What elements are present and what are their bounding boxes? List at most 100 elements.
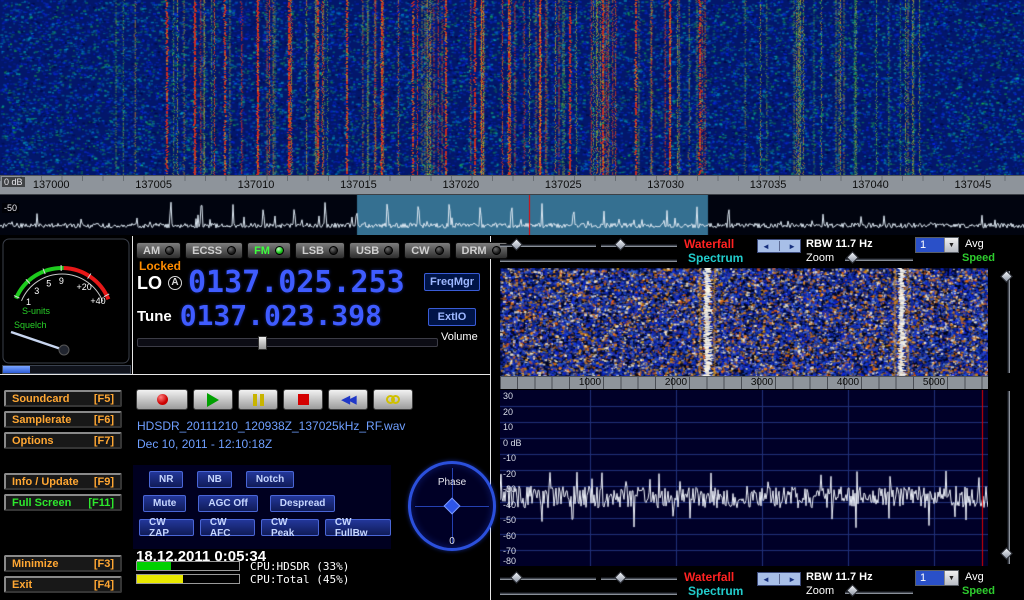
s-meter-tick-label: +40: [90, 296, 105, 306]
rewind-button[interactable]: ◀◀: [328, 389, 368, 410]
stop-button[interactable]: [283, 389, 323, 410]
volume-slider-thumb[interactable]: [258, 336, 267, 350]
s-meter-pivot: [59, 345, 69, 355]
lo-frequency-display[interactable]: 0137.025.253: [188, 269, 405, 297]
info-update-button[interactable]: Info / Update [F9]: [4, 473, 122, 490]
arrow-right-icon[interactable]: ►: [788, 575, 796, 584]
lo-row: LO A 0137.025.253: [137, 269, 405, 297]
exit-button[interactable]: Exit [F4]: [4, 576, 122, 593]
samplerate-button[interactable]: Samplerate [F6]: [4, 411, 122, 428]
mode-button-lsb[interactable]: LSB: [295, 242, 345, 259]
divider-vertical-meter: [132, 236, 133, 375]
arrow-left-icon[interactable]: ◄: [762, 575, 770, 584]
minimize-button[interactable]: Minimize [F3]: [4, 555, 122, 572]
play-button[interactable]: [193, 389, 233, 410]
record-icon: [157, 394, 168, 405]
main-waterfall-display[interactable]: [0, 0, 1024, 175]
db-axis-label: -20: [503, 469, 516, 479]
spectrum-tab[interactable]: Spectrum: [688, 584, 743, 598]
agc-off-button[interactable]: AGC Off: [198, 495, 257, 512]
mode-button-am[interactable]: AM: [136, 242, 181, 259]
waterfall-brightness-slider-thumb[interactable]: [510, 238, 523, 251]
soundcard-button[interactable]: Soundcard [F5]: [4, 390, 122, 407]
cpu-hdsdr-label: CPU:HDSDR (33%): [250, 560, 349, 573]
zoom-slider-thumb[interactable]: [846, 584, 859, 597]
db-axis-label: 0 dB: [503, 438, 522, 448]
arrow-right-icon[interactable]: ►: [788, 242, 796, 251]
db-axis-label: 30: [503, 391, 513, 401]
mode-label: AM: [143, 245, 160, 257]
zoom-spectrum-display[interactable]: [500, 390, 988, 566]
stop-icon: [298, 394, 309, 405]
main-spectrum-display[interactable]: [0, 195, 1024, 235]
avg-select-value: 1: [916, 571, 944, 585]
tune-frequency-display[interactable]: 0137.023.398: [180, 303, 382, 329]
mode-led: [227, 246, 236, 255]
nr-button[interactable]: NR: [149, 471, 183, 488]
waterfall-tab[interactable]: Waterfall: [684, 237, 734, 251]
shift-control[interactable]: ◄ ►: [757, 239, 801, 253]
zoom-frequency-scale[interactable]: 1000 2000 3000 4000 5000: [500, 376, 988, 389]
waterfall-v-slider-thumb[interactable]: [1000, 270, 1013, 283]
squelch-slider[interactable]: [2, 365, 131, 374]
zoom-label: Zoom: [806, 585, 834, 597]
zoom-slider-thumb[interactable]: [846, 251, 859, 264]
frequency-scale-ticks: [0, 176, 1024, 181]
waterfall-v-slider[interactable]: [1007, 271, 1010, 373]
avg-select[interactable]: 1 ▼: [915, 237, 959, 253]
freqmgr-button[interactable]: FreqMgr: [424, 273, 480, 291]
mode-button-ecss[interactable]: ECSS: [185, 242, 243, 259]
extio-button[interactable]: ExtIO: [428, 308, 476, 326]
cw-afc-button[interactable]: CW AFC: [200, 519, 255, 536]
squelch-label: Squelch: [14, 320, 47, 330]
mode-button-fm[interactable]: FM: [247, 242, 291, 259]
waterfall-tab[interactable]: Waterfall: [684, 570, 734, 584]
recording-timestamp: Dec 10, 2011 - 12:10:18Z: [137, 437, 272, 451]
waterfall-contrast-slider-thumb[interactable]: [614, 238, 627, 251]
db-axis-label: -50: [503, 515, 516, 525]
main-spectrum-panel: [0, 195, 1024, 235]
record-button[interactable]: [136, 389, 188, 410]
nb-button[interactable]: NB: [197, 471, 231, 488]
spectrum-range-slider[interactable]: [500, 259, 677, 262]
volume-slider[interactable]: [137, 338, 438, 347]
pause-button[interactable]: [238, 389, 278, 410]
zoom-waterfall-display[interactable]: [500, 268, 988, 376]
cw-peak-button[interactable]: CW Peak: [261, 519, 319, 536]
mode-button-cw[interactable]: CW: [404, 242, 450, 259]
chevron-down-icon[interactable]: ▼: [944, 571, 958, 585]
notch-button[interactable]: Notch: [246, 471, 294, 488]
cw-fullbw-button[interactable]: CW FullBw: [325, 519, 391, 536]
phase-indicator[interactable]: Phase 0: [408, 461, 496, 551]
loop-button[interactable]: [373, 389, 413, 410]
button-hotkey: [F4]: [94, 579, 114, 591]
zoom-scale-label: 5000: [923, 377, 945, 388]
waterfall-contrast-slider[interactable]: [601, 244, 677, 247]
options-button[interactable]: Options [F7]: [4, 432, 122, 449]
spectrum-v-slider-thumb[interactable]: [1000, 547, 1013, 560]
shift-control[interactable]: ◄ ►: [757, 572, 801, 586]
volume-label: Volume: [441, 331, 478, 343]
mute-button[interactable]: Mute: [143, 495, 186, 512]
spectrum-v-slider[interactable]: [1007, 391, 1010, 564]
avg-select[interactable]: 1 ▼: [915, 570, 959, 586]
button-hotkey: [F3]: [94, 558, 114, 570]
zoom-scale-label: 4000: [837, 377, 859, 388]
spectrum-range-slider[interactable]: [500, 592, 677, 595]
db-axis-label: -40: [503, 500, 516, 510]
waterfall-contrast-slider-thumb[interactable]: [614, 571, 627, 584]
mode-led: [384, 246, 393, 255]
waterfall-brightness-slider-thumb[interactable]: [510, 571, 523, 584]
mode-button-usb[interactable]: USB: [349, 242, 400, 259]
despread-button[interactable]: Despread: [270, 495, 336, 512]
vfo-a-badge[interactable]: A: [168, 276, 182, 290]
button-hotkey: [F5]: [94, 393, 114, 405]
chevron-down-icon[interactable]: ▼: [944, 238, 958, 252]
cpu-total-label: CPU:Total (45%): [250, 573, 349, 586]
spectrum-tab[interactable]: Spectrum: [688, 251, 743, 265]
fullscreen-button[interactable]: Full Screen [F11]: [4, 494, 122, 511]
arrow-left-icon[interactable]: ◄: [762, 242, 770, 251]
waterfall-contrast-slider[interactable]: [601, 577, 677, 580]
divider: [779, 574, 780, 584]
cw-zap-button[interactable]: CW ZAP: [139, 519, 194, 536]
